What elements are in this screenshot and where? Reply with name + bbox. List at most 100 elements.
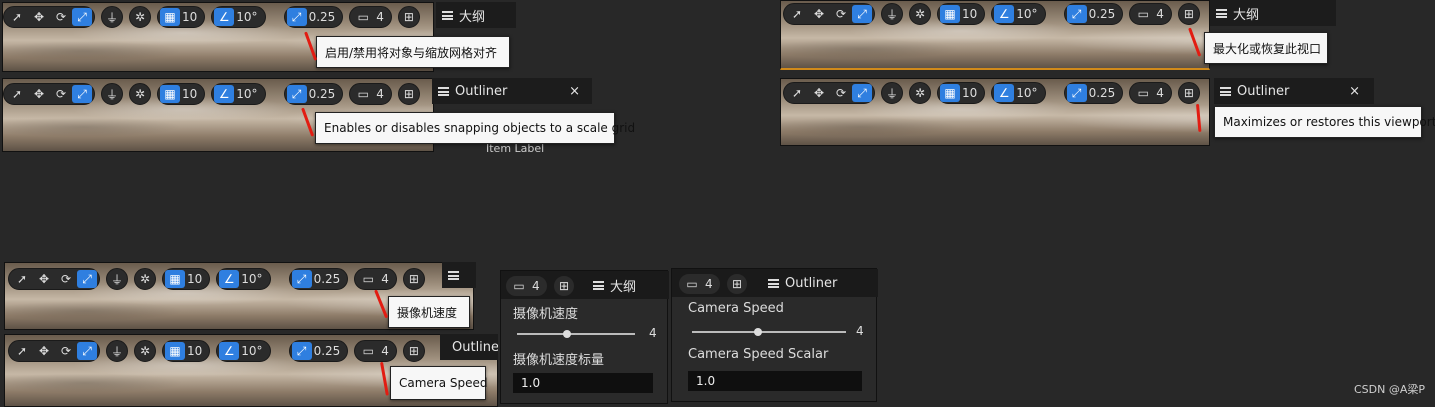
angle-snap-group[interactable]: ∠ 10° bbox=[211, 83, 266, 105]
scale-icon[interactable]: ⤢ bbox=[77, 342, 97, 360]
scale-snap-icon: ⤢ bbox=[286, 85, 307, 103]
grid-value: 10 bbox=[962, 7, 978, 21]
select-icon[interactable]: ➚ bbox=[6, 7, 28, 27]
move-icon[interactable]: ✥ bbox=[28, 84, 50, 104]
angle-icon: ∠ bbox=[994, 5, 1015, 23]
grid-snap-group[interactable]: ▦ 10 bbox=[157, 83, 206, 105]
camera-speed-group[interactable]: ▭ 4 bbox=[349, 6, 392, 28]
maximize-viewport-icon[interactable]: ⊞ bbox=[397, 83, 420, 105]
maximize-viewport-icon[interactable]: ⊞ bbox=[397, 6, 420, 28]
outliner-tab: 大纲 bbox=[587, 271, 636, 299]
maximize-viewport-icon[interactable]: ⊞ bbox=[1177, 3, 1200, 25]
camera-speed-slider[interactable] bbox=[692, 328, 846, 336]
transform-group: ➚ ✥ ⟳ ⤢ bbox=[783, 3, 875, 25]
world-local-icon[interactable]: ✲ bbox=[129, 6, 151, 28]
scale-icon[interactable]: ⤢ bbox=[852, 84, 872, 102]
surface-snap-icon[interactable]: ⏚ bbox=[881, 3, 903, 25]
scale-snap-group[interactable]: ⤢ 0.25 bbox=[283, 6, 344, 28]
maximize-viewport-icon[interactable]: ⊞ bbox=[1177, 82, 1200, 104]
move-icon[interactable]: ✥ bbox=[808, 83, 830, 103]
maximize-viewport-icon[interactable]: ⊞ bbox=[402, 340, 425, 362]
move-icon[interactable]: ✥ bbox=[33, 269, 55, 289]
viewport-toolbar-2: ➚ ✥ ⟳ ⤢ ⏚ ✲ ▦ 10 ∠ 10° ⤢ 0.25 ▭ 4 ⊞ bbox=[3, 83, 420, 105]
select-icon[interactable]: ➚ bbox=[786, 4, 808, 24]
move-icon[interactable]: ✥ bbox=[28, 7, 50, 27]
world-local-icon[interactable]: ✲ bbox=[134, 268, 156, 290]
angle-snap-group[interactable]: ∠ 10° bbox=[991, 3, 1046, 25]
close-icon[interactable]: × bbox=[569, 84, 580, 99]
world-local-icon[interactable]: ✲ bbox=[909, 3, 931, 25]
world-local-icon[interactable]: ✲ bbox=[909, 82, 931, 104]
camera-speed-group[interactable]: ▭ 4 bbox=[1129, 82, 1172, 104]
camera-icon: ▭ bbox=[686, 277, 698, 291]
slider-knob[interactable] bbox=[563, 330, 571, 338]
scale-snap-group[interactable]: ⤢ 0.25 bbox=[1063, 3, 1124, 25]
grid-snap-group[interactable]: ▦ 10 bbox=[157, 6, 206, 28]
move-icon[interactable]: ✥ bbox=[808, 4, 830, 24]
camera-speed-slider[interactable] bbox=[517, 330, 635, 338]
select-icon[interactable]: ➚ bbox=[11, 341, 33, 361]
angle-value: 10° bbox=[241, 344, 263, 358]
angle-snap-group[interactable]: ∠ 10° bbox=[216, 268, 271, 290]
rotate-icon[interactable]: ⟳ bbox=[50, 7, 72, 27]
camera-speed-scalar-input[interactable]: 1.0 bbox=[513, 373, 653, 393]
surface-snap-icon[interactable]: ⏚ bbox=[106, 340, 128, 362]
rotate-icon[interactable]: ⟳ bbox=[830, 4, 852, 24]
scale-snap-icon: ⤢ bbox=[1066, 84, 1087, 102]
camera-speed-group[interactable]: ▭ 4 bbox=[354, 340, 397, 362]
maximize-viewport-icon[interactable]: ⊞ bbox=[553, 275, 575, 297]
scale-snap-group[interactable]: ⤢ 0.25 bbox=[288, 340, 349, 362]
grid-snap-group[interactable]: ▦ 10 bbox=[937, 82, 986, 104]
camera-speed-value: 4 bbox=[381, 344, 389, 358]
angle-snap-group[interactable]: ∠ 10° bbox=[991, 82, 1046, 104]
select-icon[interactable]: ➚ bbox=[11, 269, 33, 289]
select-icon[interactable]: ➚ bbox=[6, 84, 28, 104]
outliner-header-en: Outliner × bbox=[1214, 78, 1374, 104]
surface-snap-icon[interactable]: ⏚ bbox=[106, 268, 128, 290]
outliner-header-cn: 大纲 bbox=[1210, 0, 1336, 26]
surface-snap-icon[interactable]: ⏚ bbox=[101, 83, 123, 105]
close-icon[interactable]: × bbox=[1349, 84, 1360, 99]
scale-icon[interactable]: ⤢ bbox=[852, 5, 872, 23]
camera-speed-group[interactable]: ▭ 4 bbox=[1129, 3, 1172, 25]
scale-value: 0.25 bbox=[1088, 7, 1116, 21]
select-icon[interactable]: ➚ bbox=[786, 83, 808, 103]
angle-value: 10° bbox=[1016, 7, 1038, 21]
rotate-icon[interactable]: ⟳ bbox=[50, 84, 72, 104]
camera-speed-group[interactable]: ▭ 4 bbox=[354, 268, 397, 290]
camera-icon: ▭ bbox=[513, 279, 525, 293]
angle-value: 10° bbox=[1016, 86, 1038, 100]
camera-speed-group[interactable]: ▭ 4 bbox=[678, 273, 721, 295]
world-local-icon[interactable]: ✲ bbox=[129, 83, 151, 105]
rotate-icon[interactable]: ⟳ bbox=[830, 83, 852, 103]
camera-speed-scalar-input[interactable]: 1.0 bbox=[688, 371, 862, 391]
grid-snap-group[interactable]: ▦ 10 bbox=[937, 3, 986, 25]
grid-snap-group[interactable]: ▦ 10 bbox=[162, 340, 211, 362]
camera-speed-group[interactable]: ▭ 4 bbox=[505, 275, 548, 297]
maximize-viewport-icon[interactable]: ⊞ bbox=[726, 273, 748, 295]
maximize-viewport-icon[interactable]: ⊞ bbox=[402, 268, 425, 290]
scale-icon[interactable]: ⤢ bbox=[77, 270, 97, 288]
scale-icon[interactable]: ⤢ bbox=[72, 85, 92, 103]
camera-speed-group[interactable]: ▭ 4 bbox=[349, 83, 392, 105]
scale-icon[interactable]: ⤢ bbox=[72, 8, 92, 26]
scale-value: 0.25 bbox=[1088, 86, 1116, 100]
grid-snap-group[interactable]: ▦ 10 bbox=[162, 268, 211, 290]
angle-snap-group[interactable]: ∠ 10° bbox=[216, 340, 271, 362]
world-local-icon[interactable]: ✲ bbox=[134, 340, 156, 362]
scale-snap-group[interactable]: ⤢ 0.25 bbox=[288, 268, 349, 290]
angle-snap-group[interactable]: ∠ 10° bbox=[211, 6, 266, 28]
move-icon[interactable]: ✥ bbox=[33, 341, 55, 361]
grid-icon: ▦ bbox=[940, 5, 960, 23]
surface-snap-icon[interactable]: ⏚ bbox=[101, 6, 123, 28]
scale-snap-group[interactable]: ⤢ 0.25 bbox=[1063, 82, 1124, 104]
grid-icon: ▦ bbox=[160, 85, 180, 103]
rotate-icon[interactable]: ⟳ bbox=[55, 341, 77, 361]
scale-snap-group[interactable]: ⤢ 0.25 bbox=[283, 83, 344, 105]
surface-snap-icon[interactable]: ⏚ bbox=[881, 82, 903, 104]
slider-knob[interactable] bbox=[754, 328, 762, 336]
transform-group: ➚ ✥ ⟳ ⤢ bbox=[3, 6, 95, 28]
viewport-toolbar-5: ➚ ✥ ⟳ ⤢ ⏚ ✲ ▦ 10 ∠ 10° ⤢ 0.25 ▭ 4 ⊞ bbox=[8, 268, 425, 290]
transform-group: ➚ ✥ ⟳ ⤢ bbox=[3, 83, 95, 105]
rotate-icon[interactable]: ⟳ bbox=[55, 269, 77, 289]
